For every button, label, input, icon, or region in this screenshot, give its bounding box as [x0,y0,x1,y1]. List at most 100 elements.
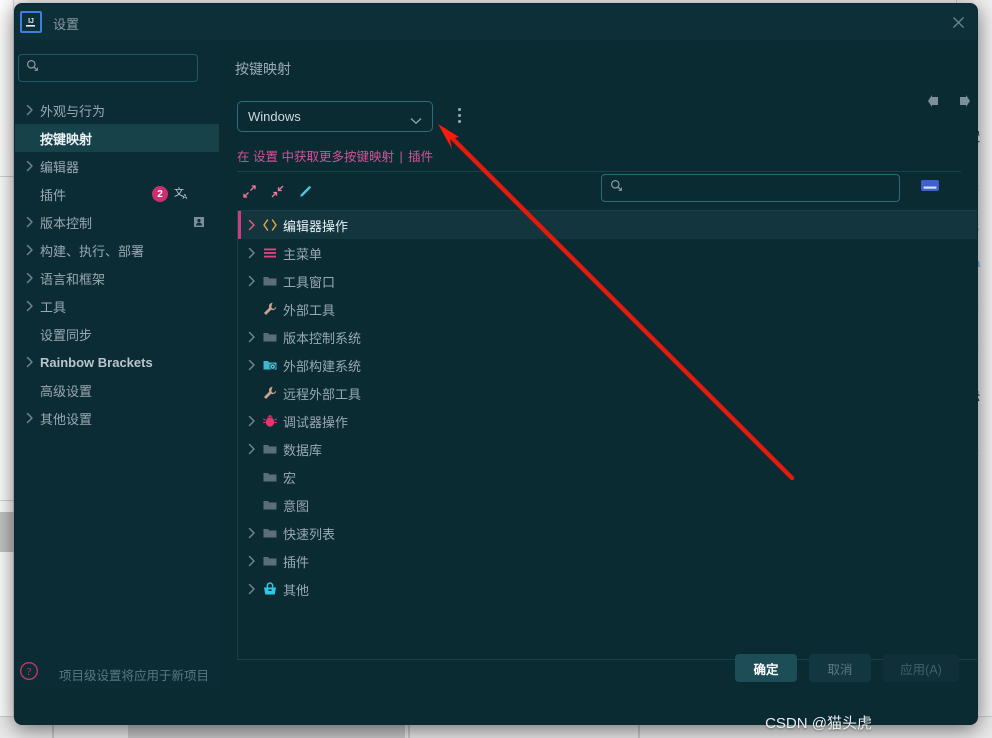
sidebar-item-8[interactable]: 工具 [15,292,219,320]
chevron-right-icon[interactable] [246,583,258,595]
sidebar-item-label: 外观与行为 [40,103,106,119]
chevron-right-icon[interactable] [246,359,258,371]
tree-row[interactable]: 外部工具 [238,295,977,323]
sidebar-item-10[interactable]: Rainbow Brackets [15,348,219,376]
plugin-hint-separator: | [399,150,403,164]
plugin-basket-icon [262,581,278,597]
close-icon[interactable] [945,10,971,34]
sidebar-item-3[interactable]: 编辑器 [15,152,219,180]
menu-lines-icon [262,245,278,261]
sidebar-item-label: Rainbow Brackets [40,354,153,370]
chevron-right-icon[interactable] [20,412,40,424]
keymap-search-input[interactable] [628,181,890,195]
chevron-right-icon[interactable] [20,216,40,228]
sidebar-search-input[interactable] [44,61,192,75]
arrow-right-icon[interactable] [953,94,971,113]
tree-row-label: 调试器操作 [283,414,349,430]
plugin-hint-link[interactable]: 插件 [408,150,433,164]
chevron-right-icon[interactable] [246,247,258,259]
wrench-icon [262,301,278,317]
plugin-hint: 在 设置 中获取更多按键映射 | 插件 [237,146,433,165]
chevron-right-icon[interactable] [20,244,40,256]
tree-row[interactable]: 宏 [238,463,977,491]
tree-row[interactable]: 远程外部工具 [238,379,977,407]
section-divider [237,171,961,172]
tree-row[interactable]: 版本控制系统 [238,323,977,351]
sidebar-item-label: 语言和框架 [40,271,106,287]
tree-row[interactable]: 主菜单 [238,239,977,267]
sidebar-item-12[interactable]: 其他设置 [15,404,219,432]
apply-button[interactable]: 应用(A) [883,654,959,682]
sidebar-item-label: 高级设置 [40,383,93,399]
sidebar-item-9[interactable]: 设置同步 [15,320,219,348]
keymap-tree: 编辑器操作主菜单工具窗口 外部工具 版本控制系统外部构建系统 远程外部工具 调试器操作数… [237,210,977,660]
chevron-right-icon[interactable] [246,527,258,539]
keyboard-shortcut-icon[interactable] [920,177,942,199]
sidebar-item-5[interactable]: 版本控制 [15,208,219,236]
sidebar-item-11[interactable]: 高级设置 [15,376,219,404]
background-divider [0,500,14,501]
chevron-right-icon[interactable] [246,555,258,567]
keymap-select-value: Windows [248,109,301,124]
cancel-button[interactable]: 取消 [809,654,871,682]
search-icon [26,59,39,77]
translate-icon: 文A [173,185,190,207]
background-gutter-left [0,0,14,738]
tree-row-label: 宏 [283,470,297,486]
sidebar-search-box[interactable] [18,54,198,82]
ok-button[interactable]: 确定 [735,654,797,682]
chevron-right-icon[interactable] [246,219,258,231]
footer-status-text: 项目级设置将应用于新项目 [59,669,210,683]
chevron-right-icon[interactable] [20,272,40,284]
tree-row[interactable]: 工具窗口 [238,267,977,295]
keymap-search-box[interactable] [601,174,900,202]
tree-row-label: 插件 [283,554,310,570]
tree-row[interactable]: 意图 [238,491,977,519]
chevron-right-icon[interactable] [20,300,40,312]
page-title: 按键映射 [235,61,291,77]
sidebar-item-7[interactable]: 语言和框架 [15,264,219,292]
sidebar-item-label: 按键映射 [40,131,93,147]
chevron-right-icon[interactable] [246,275,258,287]
tree-row[interactable]: 调试器操作 [238,407,977,435]
search-icon [610,179,623,197]
tree-row[interactable]: 外部构建系统 [238,351,977,379]
sidebar-item-label: 设置同步 [40,327,93,343]
tree-row[interactable]: 插件 [238,547,977,575]
collapse-all-icon[interactable] [266,180,288,202]
tree-row[interactable]: 快速列表 [238,519,977,547]
background-scrollbar[interactable] [0,512,14,552]
sidebar-item-2[interactable]: 按键映射 [15,124,219,152]
tree-row-label: 远程外部工具 [283,386,362,402]
tree-row-label: 主菜单 [283,246,323,262]
sidebar-item-label: 构建、执行、部署 [40,243,145,259]
chevron-right-icon[interactable] [20,356,40,368]
expand-all-icon[interactable] [238,180,260,202]
tree-row-label: 外部构建系统 [283,358,362,374]
tree-row-label: 快速列表 [283,526,336,542]
folder-icon [262,553,278,569]
sidebar-item-6[interactable]: 构建、执行、部署 [15,236,219,264]
edit-pencil-icon[interactable] [294,180,316,202]
chevron-right-icon[interactable] [246,331,258,343]
arrow-left-icon[interactable] [927,94,945,113]
svg-text:A: A [183,194,188,201]
chevron-right-icon[interactable] [20,160,40,172]
plugin-update-badge: 2 [152,186,168,202]
chevron-right-icon[interactable] [246,443,258,455]
tree-row[interactable]: 其他 [238,575,977,603]
tree-row[interactable]: 数据库 [238,435,977,463]
plugin-hint-text: 在 设置 中获取更多按键映射 [237,150,394,164]
chevron-down-icon [410,112,422,130]
more-options-icon[interactable] [450,102,468,128]
selection-indicator [238,211,241,239]
keymap-select[interactable]: Windows [237,101,433,132]
sidebar-item-label: 插件 [40,187,67,203]
tree-row[interactable]: 编辑器操作 [238,211,977,239]
chevron-right-icon[interactable] [246,415,258,427]
sidebar-item-1[interactable]: 外观与行为 [15,96,219,124]
sidebar-item-4[interactable]: 插件 2 文 A [15,180,219,208]
chevron-right-icon[interactable] [20,104,40,116]
sidebar-item-label: 编辑器 [40,159,80,175]
help-question-icon[interactable]: ? [19,661,39,681]
